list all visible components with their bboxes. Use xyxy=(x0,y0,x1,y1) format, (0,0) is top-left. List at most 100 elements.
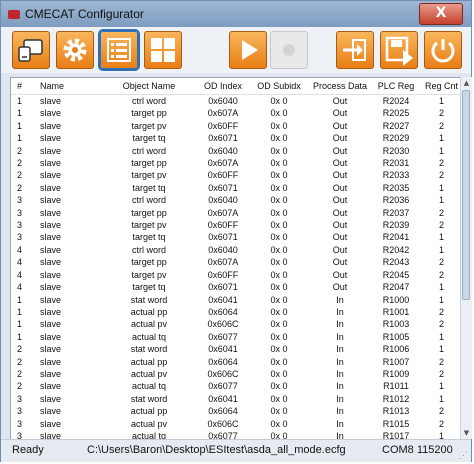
title-bar[interactable]: CMECAT Configurator X xyxy=(1,1,471,27)
cell-number: 1 xyxy=(17,319,23,330)
cell-object-name: stat word xyxy=(130,294,168,305)
table-row[interactable]: 2 slave target pv 0x60FF 0x 0 Out R2033 2 xyxy=(11,169,461,181)
status-bar: Ready C:\Users\Baron\Desktop\ESItest\asd… xyxy=(1,439,471,462)
settings-button[interactable] xyxy=(56,31,94,69)
cell-reg-cnt: 2 xyxy=(438,170,444,181)
cell-od-index: 0x607A xyxy=(207,108,239,119)
cell-number: 2 xyxy=(17,158,23,169)
cell-od-index: 0x6040 xyxy=(208,244,238,255)
table-row[interactable]: 2 slave target pp 0x607A 0x 0 Out R2031 2 xyxy=(11,157,461,169)
import-button[interactable] xyxy=(336,31,374,69)
cell-object-name: target tq xyxy=(132,282,166,293)
cell-process-data: Out xyxy=(332,170,348,181)
table-row[interactable]: 2 slave actual pv 0x606C 0x 0 In R1009 2 xyxy=(11,368,461,380)
table-row[interactable]: 1 slave actual pp 0x6064 0x 0 In R1001 2 xyxy=(11,306,461,318)
cell-number: 1 xyxy=(17,96,23,106)
table-body: 1 slave ctrl word 0x6040 0x 0 Out R2024 1 1 slave… xyxy=(11,95,461,440)
scroll-up-arrow-icon[interactable]: ▲ xyxy=(462,78,471,88)
cell-od-subidx: 0x 0 xyxy=(270,158,288,169)
cell-reg-cnt: 1 xyxy=(438,393,444,404)
table-row[interactable]: 1 slave target tq 0x6071 0x 0 Out R2029 1 xyxy=(11,132,461,144)
cell-plc-reg: R1015 xyxy=(382,418,410,429)
table-row[interactable]: 4 slave target pp 0x607A 0x 0 Out R2043 2 xyxy=(11,256,461,268)
grid-view-icon xyxy=(151,38,175,62)
close-button[interactable]: X xyxy=(419,3,463,25)
column-header-process-data[interactable]: Process Data xyxy=(310,78,370,95)
table-row[interactable]: 2 slave target tq 0x6071 0x 0 Out R2035 1 xyxy=(11,182,461,194)
cell-number: 1 xyxy=(17,306,23,317)
table-row[interactable]: 2 slave stat word 0x6041 0x 0 In R1006 1 xyxy=(11,343,461,355)
cell-od-subidx: 0x 0 xyxy=(270,232,288,243)
power-icon xyxy=(431,39,455,63)
cell-od-subidx: 0x 0 xyxy=(270,120,288,131)
run-button[interactable] xyxy=(229,31,267,69)
connect-button[interactable] xyxy=(12,31,50,69)
table-row[interactable]: 1 slave actual tq 0x6077 0x 0 In R1005 1 xyxy=(11,331,461,343)
column-header-number[interactable]: # xyxy=(11,78,28,95)
cell-plc-reg: R1011 xyxy=(383,381,409,392)
cell-od-index: 0x60FF xyxy=(207,120,239,131)
column-header-plc-reg[interactable]: PLC Reg xyxy=(370,78,422,95)
table-row[interactable]: 2 slave actual tq 0x6077 0x 0 In R1011 1 xyxy=(11,380,461,392)
table-row[interactable]: 4 slave target tq 0x6071 0x 0 Out R2047 1 xyxy=(11,281,461,293)
column-header-reg-cnt[interactable]: Reg Cnt xyxy=(422,78,461,95)
save-icon xyxy=(385,36,413,66)
cell-process-data: Out xyxy=(332,244,348,255)
cell-number: 2 xyxy=(17,170,23,181)
column-header-object-name[interactable]: Object Name xyxy=(100,78,198,95)
cell-process-data: Out xyxy=(332,133,348,144)
cell-object-name: actual tq xyxy=(131,331,167,342)
list-view-button[interactable] xyxy=(100,31,138,69)
cell-name: slave xyxy=(40,393,62,404)
save-button[interactable] xyxy=(380,31,418,69)
table-row[interactable]: 2 slave actual pp 0x6064 0x 0 In R1007 2 xyxy=(11,356,461,368)
cell-process-data: In xyxy=(336,381,344,392)
cell-reg-cnt: 1 xyxy=(438,195,444,206)
table-row[interactable]: 3 slave ctrl word 0x6040 0x 0 Out R2036 1 xyxy=(11,194,461,206)
scroll-down-arrow-icon[interactable]: ▼ xyxy=(462,428,471,438)
table-row[interactable]: 1 slave actual pv 0x606C 0x 0 In R1003 2 xyxy=(11,318,461,330)
column-header-name[interactable]: Name xyxy=(28,78,100,95)
cell-number: 2 xyxy=(17,356,23,367)
cell-process-data: Out xyxy=(332,120,348,131)
cell-plc-reg: R2033 xyxy=(382,170,410,181)
resize-grip-icon[interactable]: ⋰ xyxy=(459,450,469,460)
power-button[interactable] xyxy=(424,31,462,69)
table-row[interactable]: 3 slave stat word 0x6041 0x 0 In R1012 1 xyxy=(11,393,461,405)
table-row[interactable]: 3 slave actual pp 0x6064 0x 0 In R1013 2 xyxy=(11,405,461,417)
table-row[interactable]: 1 slave target pp 0x607A 0x 0 Out R2025 2 xyxy=(11,107,461,119)
table-row[interactable]: 4 slave ctrl word 0x6040 0x 0 Out R2042 1 xyxy=(11,244,461,256)
cell-od-index: 0x6040 xyxy=(208,195,238,206)
cell-od-subidx: 0x 0 xyxy=(270,368,288,379)
window-title: CMECAT Configurator xyxy=(25,7,144,21)
table-row[interactable]: 2 slave ctrl word 0x6040 0x 0 Out R2030 1 xyxy=(11,145,461,157)
cell-process-data: In xyxy=(336,406,344,417)
cell-od-index: 0x606C xyxy=(207,319,239,330)
scrollbar-thumb[interactable] xyxy=(462,90,470,300)
table-row[interactable]: 1 slave target pv 0x60FF 0x 0 Out R2027 2 xyxy=(11,120,461,132)
table-row[interactable]: 3 slave target tq 0x6071 0x 0 Out R2041 1 xyxy=(11,231,461,243)
table-row[interactable]: 1 slave ctrl word 0x6040 0x 0 Out R2024 1 xyxy=(11,95,461,108)
cell-name: slave xyxy=(40,207,62,218)
cell-name: slave xyxy=(40,170,62,181)
cell-object-name: target pv xyxy=(131,269,167,280)
cell-object-name: stat word xyxy=(130,393,168,404)
table-row[interactable]: 3 slave target pv 0x60FF 0x 0 Out R2039 2 xyxy=(11,219,461,231)
vertical-scrollbar[interactable]: ▲ ▼ xyxy=(460,77,472,439)
column-header-od-index[interactable]: OD Index xyxy=(198,78,248,95)
column-header-od-subidx[interactable]: OD Subidx xyxy=(248,78,310,95)
cell-plc-reg: R1006 xyxy=(382,344,410,355)
cell-object-name: ctrl word xyxy=(131,244,166,255)
table-row[interactable]: 3 slave actual pv 0x606C 0x 0 In R1015 2 xyxy=(11,418,461,430)
table-row[interactable]: 3 slave target pp 0x607A 0x 0 Out R2037 2 xyxy=(11,207,461,219)
pdo-mapping-table[interactable]: # Name Object Name OD Index OD Subidx Pr… xyxy=(10,77,462,441)
cell-number: 3 xyxy=(17,207,23,218)
table-row[interactable]: 4 slave target pv 0x60FF 0x 0 Out R2045 2 xyxy=(11,269,461,281)
table-row[interactable]: 1 slave stat word 0x6041 0x 0 In R1000 1 xyxy=(11,294,461,306)
cell-process-data: In xyxy=(336,306,344,317)
cell-object-name: target pp xyxy=(131,207,167,218)
grid-view-button[interactable] xyxy=(144,31,182,69)
cell-object-name: actual pp xyxy=(130,356,168,367)
cell-od-index: 0x606C xyxy=(207,418,239,429)
record-button[interactable] xyxy=(270,31,308,69)
